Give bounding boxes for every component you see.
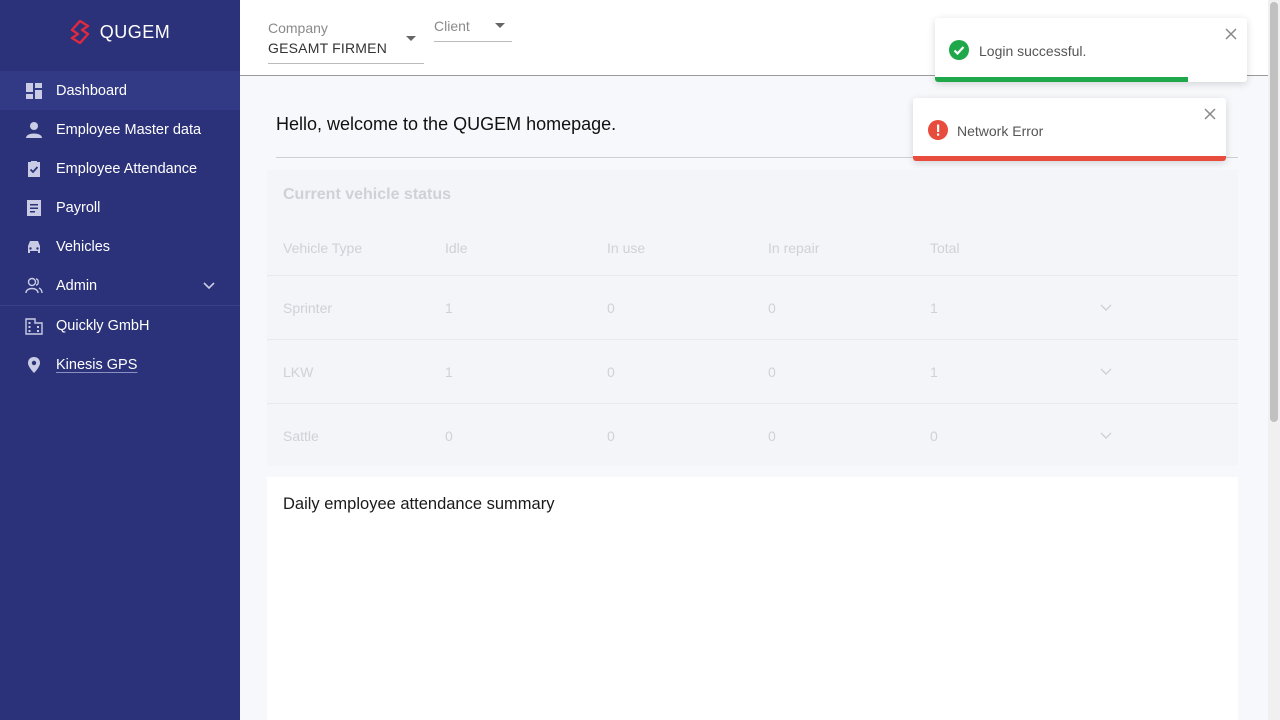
- sidebar-item-kinesis-gps[interactable]: Kinesis GPS: [0, 345, 240, 384]
- vehicle-status-card: Current vehicle status Vehicle Type Idle…: [267, 170, 1238, 466]
- company-select[interactable]: Company GESAMT FIRMEN: [268, 20, 424, 64]
- people-icon: [24, 276, 44, 296]
- location-pin-icon: [24, 355, 44, 375]
- brand-name: QUGEM: [99, 21, 171, 42]
- cell-vehicle-type: LKW: [283, 364, 314, 380]
- column-header-vehicle-type: Vehicle Type: [283, 240, 363, 256]
- table-row[interactable]: Sprinter 1 0 0 1: [267, 275, 1238, 339]
- column-header-in-use: In use: [607, 240, 646, 256]
- toast-message: Network Error: [957, 123, 1044, 139]
- close-icon[interactable]: [1204, 108, 1216, 120]
- client-select-underline: [434, 41, 512, 42]
- clipboard-check-icon: [24, 159, 44, 179]
- building-icon: [24, 316, 44, 336]
- dashboard-icon: [24, 81, 44, 101]
- receipt-icon: [24, 198, 44, 218]
- attendance-summary-card: Daily employee attendance summary: [267, 477, 1238, 720]
- cell-in-repair: 0: [768, 300, 776, 316]
- toast-progress-bar: [913, 156, 1226, 161]
- vehicle-status-title: Current vehicle status: [283, 186, 452, 203]
- cell-idle: 1: [445, 300, 453, 316]
- table-row[interactable]: LKW 1 0 0 1: [267, 339, 1238, 403]
- cell-vehicle-type: Sattle: [283, 428, 319, 444]
- scrollbar-thumb[interactable]: [1270, 2, 1278, 422]
- sidebar-item-label: Employee Master data: [56, 121, 202, 138]
- sidebar-item-label: Admin: [56, 277, 98, 294]
- sidebar: QUGEM Dashboard Employee Master data Emp…: [0, 0, 240, 720]
- sidebar-item-employee-attendance[interactable]: Employee Attendance: [0, 149, 240, 188]
- sidebar-nav: Dashboard Employee Master data Employee …: [0, 71, 240, 384]
- company-select-value: GESAMT FIRMEN: [268, 40, 388, 56]
- sidebar-item-label: Employee Attendance: [56, 160, 198, 177]
- cell-in-use: 0: [607, 428, 615, 444]
- close-icon[interactable]: [1225, 28, 1237, 40]
- qugem-logo-icon: [70, 20, 89, 44]
- chevron-down-icon[interactable]: [202, 278, 216, 292]
- cell-total: 1: [930, 364, 938, 380]
- column-header-total: Total: [930, 240, 960, 256]
- column-header-idle: Idle: [445, 240, 468, 256]
- error-circle-icon: [928, 120, 948, 140]
- cell-in-repair: 0: [768, 428, 776, 444]
- page-scrollbar[interactable]: [1268, 0, 1280, 720]
- toast-login-success: Login successful.: [935, 18, 1247, 82]
- toast-message: Login successful.: [979, 43, 1087, 59]
- sidebar-item-label: Vehicles: [56, 238, 111, 255]
- sidebar-item-dashboard[interactable]: Dashboard: [0, 71, 240, 110]
- cell-vehicle-type: Sprinter: [283, 300, 333, 316]
- welcome-heading: Hello, welcome to the QUGEM homepage.: [276, 114, 617, 134]
- check-circle-icon: [949, 40, 969, 60]
- cell-in-use: 0: [607, 300, 615, 316]
- sidebar-item-employee-master-data[interactable]: Employee Master data: [0, 110, 240, 149]
- attendance-summary-title: Daily employee attendance summary: [283, 495, 555, 513]
- cell-in-use: 0: [607, 364, 615, 380]
- sidebar-item-label: Dashboard: [56, 82, 127, 99]
- caret-down-icon: [406, 36, 416, 41]
- cell-total: 1: [930, 300, 938, 316]
- cell-idle: 1: [445, 364, 453, 380]
- cell-idle: 0: [445, 428, 453, 444]
- car-icon: [24, 237, 44, 257]
- caret-down-icon: [495, 23, 505, 28]
- main-content: Hello, welcome to the QUGEM homepage. Cu…: [240, 77, 1268, 720]
- sidebar-item-payroll[interactable]: Payroll: [0, 188, 240, 227]
- column-header-in-repair: In repair: [768, 240, 820, 256]
- sidebar-item-quickly-gmbh[interactable]: Quickly GmbH: [0, 306, 240, 345]
- cell-in-repair: 0: [768, 364, 776, 380]
- toast-network-error: Network Error: [913, 98, 1226, 161]
- sidebar-item-admin[interactable]: Admin: [0, 266, 240, 305]
- expand-row-chevron-icon[interactable]: [1100, 429, 1112, 441]
- company-select-label: Company: [268, 20, 328, 36]
- brand[interactable]: QUGEM: [0, 0, 240, 64]
- person-icon: [24, 120, 44, 140]
- cell-total: 0: [930, 428, 938, 444]
- table-row[interactable]: Sattle 0 0 0 0: [267, 403, 1238, 467]
- sidebar-item-label: Kinesis GPS: [56, 356, 138, 373]
- expand-row-chevron-icon[interactable]: [1100, 365, 1112, 377]
- sidebar-item-label: Quickly GmbH: [56, 317, 150, 334]
- client-select[interactable]: Client: [434, 18, 512, 42]
- company-select-underline: [268, 63, 424, 64]
- sidebar-item-vehicles[interactable]: Vehicles: [0, 227, 240, 266]
- sidebar-item-label: Payroll: [56, 199, 101, 216]
- toast-progress-bar: [935, 77, 1188, 82]
- expand-row-chevron-icon[interactable]: [1100, 301, 1112, 313]
